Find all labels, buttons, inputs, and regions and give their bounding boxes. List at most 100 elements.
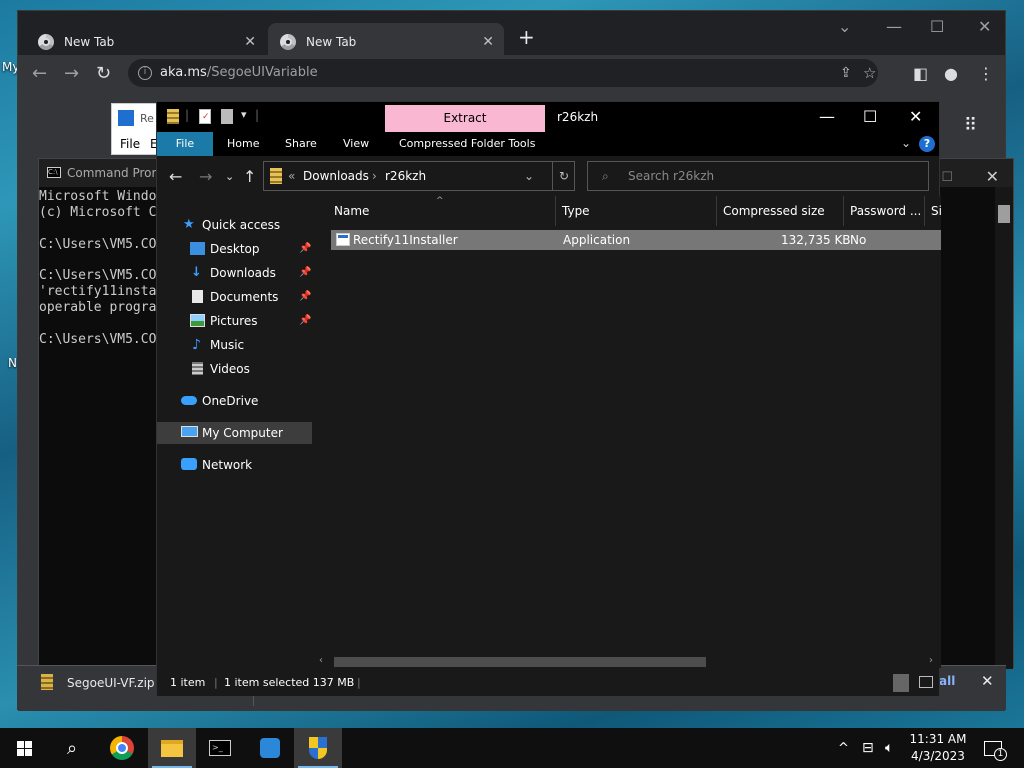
nav-documents[interactable]: Documents 📌 bbox=[157, 286, 312, 308]
taskbar-installer-app[interactable] bbox=[246, 728, 294, 768]
download-item-name[interactable]: SegoeUI-VF.zip bbox=[67, 676, 155, 690]
maximize-icon[interactable]: ☐ bbox=[941, 164, 953, 192]
apps-grid-icon[interactable]: ⠿ bbox=[964, 115, 977, 136]
qat-dropdown-icon[interactable]: ▾ bbox=[241, 108, 247, 121]
side-panel-icon[interactable]: ◧ bbox=[913, 64, 928, 83]
minimize-icon[interactable]: — bbox=[886, 17, 902, 36]
horizontal-scrollbar[interactable]: ‹ › bbox=[317, 655, 941, 668]
tab-compressed-folder-tools[interactable]: Compressed Folder Tools bbox=[389, 132, 545, 156]
nav-videos[interactable]: Videos bbox=[157, 358, 312, 380]
maximize-icon[interactable]: ☐ bbox=[930, 17, 944, 36]
qat-separator: | bbox=[185, 108, 190, 122]
tab-close-icon[interactable]: ✕ bbox=[244, 34, 256, 50]
nav-onedrive[interactable]: OneDrive bbox=[157, 390, 312, 412]
search-icon[interactable]: ⌕ bbox=[48, 728, 96, 768]
nav-desktop[interactable]: Desktop 📌 bbox=[157, 238, 312, 260]
column-header-name[interactable]: Name ^ bbox=[329, 196, 556, 226]
ribbon-tabs: File Home Share View Compressed Folder T… bbox=[157, 132, 939, 156]
nav-pictures[interactable]: Pictures 📌 bbox=[157, 310, 312, 332]
file-menu-fragment[interactable]: File bbox=[120, 137, 140, 151]
pin-icon[interactable]: 📌 bbox=[299, 238, 311, 260]
forward-arrow-icon[interactable]: → bbox=[64, 63, 79, 84]
properties-icon[interactable]: ✓ bbox=[199, 109, 211, 124]
minimize-icon[interactable]: — bbox=[819, 107, 835, 126]
nav-music[interactable]: ♪ Music bbox=[157, 334, 312, 356]
new-tab-button[interactable]: + bbox=[518, 25, 535, 49]
close-icon[interactable]: ✕ bbox=[909, 107, 922, 126]
nav-downloads[interactable]: ↓ Downloads 📌 bbox=[157, 262, 312, 284]
nav-label: Desktop bbox=[210, 242, 260, 256]
extract-contextual-tab[interactable]: Extract bbox=[385, 105, 545, 132]
explorer-titlebar[interactable]: | ✓ ▾ | Extract r26kzh — ☐ ✕ bbox=[157, 102, 939, 132]
breadcrumb-overflow[interactable]: « bbox=[288, 162, 295, 190]
ribbon-expand-chevron-icon[interactable]: ⌄ bbox=[901, 136, 911, 150]
scroll-left-icon[interactable]: ‹ bbox=[319, 655, 323, 666]
recent-locations-chevron-icon[interactable]: ⌄ bbox=[225, 170, 234, 183]
tab-close-icon[interactable]: ✕ bbox=[482, 34, 494, 50]
column-header-compressed-size[interactable]: Compressed size bbox=[718, 196, 844, 226]
tab-share[interactable]: Share bbox=[275, 132, 327, 156]
chrome-menu-icon[interactable]: ⋮ bbox=[978, 64, 994, 83]
new-folder-icon[interactable] bbox=[221, 109, 233, 124]
omnibox[interactable]: i aka.ms/SegoeUIVariable ⇪ ☆ bbox=[128, 59, 878, 87]
cmd-output-line: C:\Users\VM5.CO bbox=[39, 237, 157, 252]
column-header-type[interactable]: Type bbox=[557, 196, 717, 226]
share-icon[interactable]: ⇪ bbox=[840, 59, 852, 87]
tab-search-icon[interactable]: ⌄ bbox=[838, 17, 851, 36]
column-header-size[interactable]: Si bbox=[926, 196, 946, 226]
large-icons-view-icon[interactable] bbox=[919, 676, 933, 688]
desktop-icon-label-n[interactable]: N bbox=[8, 356, 17, 370]
nav-network[interactable]: Network bbox=[157, 454, 312, 476]
taskbar-command-prompt[interactable]: >_ bbox=[196, 728, 244, 768]
pin-icon[interactable]: 📌 bbox=[299, 310, 311, 332]
nav-my-computer[interactable]: My Computer bbox=[157, 422, 312, 444]
search-input[interactable]: ⌕ Search r26kzh bbox=[587, 161, 929, 191]
pin-icon[interactable]: 📌 bbox=[299, 262, 311, 284]
table-row[interactable]: Rectify11Installer Application 132,735 K… bbox=[331, 230, 941, 250]
breadcrumb-r26kzh[interactable]: r26kzh bbox=[385, 162, 426, 190]
taskbar-chrome[interactable] bbox=[98, 728, 146, 768]
site-info-icon[interactable]: i bbox=[138, 66, 152, 80]
refresh-icon[interactable]: ↻ bbox=[552, 162, 569, 190]
network-tray-icon[interactable]: ⊟ bbox=[862, 728, 874, 768]
cmd-scrollbar[interactable] bbox=[995, 187, 1013, 669]
up-arrow-icon[interactable]: ↑ bbox=[243, 167, 256, 186]
show-all-downloads-link[interactable]: all bbox=[939, 674, 955, 688]
close-icon[interactable]: ✕ bbox=[978, 17, 991, 36]
breadcrumb-downloads[interactable]: Downloads bbox=[303, 162, 369, 190]
forward-arrow-icon[interactable]: → bbox=[199, 167, 212, 186]
shield-icon bbox=[309, 737, 327, 759]
profile-icon[interactable]: ● bbox=[944, 64, 958, 83]
address-box[interactable]: « Downloads › r26kzh ⌄ ↻ bbox=[263, 161, 575, 191]
pin-icon[interactable]: 📌 bbox=[299, 286, 311, 308]
cloud-icon bbox=[181, 396, 197, 405]
back-arrow-icon[interactable]: ← bbox=[169, 167, 182, 186]
tab-file[interactable]: File bbox=[157, 132, 213, 156]
show-hidden-icons-chevron[interactable]: ^ bbox=[838, 728, 849, 768]
volume-icon[interactable]: 🔈︎ bbox=[885, 728, 893, 768]
taskbar-clock[interactable]: 11:31 AM 4/3/2023 bbox=[902, 731, 974, 765]
chrome-toolbar: ← → ↻ i aka.ms/SegoeUIVariable ⇪ ☆ ◧ ● ⋮ bbox=[18, 55, 1005, 93]
column-header-password[interactable]: Password ... bbox=[845, 196, 925, 226]
maximize-icon[interactable]: ☐ bbox=[863, 107, 877, 126]
close-download-bar-icon[interactable]: ✕ bbox=[981, 672, 994, 690]
start-button[interactable] bbox=[0, 728, 48, 768]
nav-quick-access[interactable]: ★ Quick access bbox=[157, 214, 312, 236]
notification-center-button[interactable]: 1 bbox=[984, 728, 1007, 768]
music-note-icon: ♪ bbox=[192, 337, 201, 353]
back-arrow-icon[interactable]: ← bbox=[32, 63, 47, 84]
taskbar-file-explorer[interactable] bbox=[148, 728, 196, 768]
reload-icon[interactable]: ↻ bbox=[96, 63, 111, 84]
tab-view[interactable]: View bbox=[333, 132, 379, 156]
bookmark-star-icon[interactable]: ☆ bbox=[863, 59, 876, 87]
scrollbar-thumb[interactable] bbox=[334, 657, 706, 667]
help-icon[interactable]: ? bbox=[919, 136, 935, 152]
details-view-icon[interactable] bbox=[893, 674, 909, 692]
scrollbar-thumb[interactable] bbox=[998, 205, 1010, 223]
scroll-right-icon[interactable]: › bbox=[929, 655, 933, 666]
application-icon bbox=[336, 233, 350, 246]
tab-home[interactable]: Home bbox=[217, 132, 269, 156]
taskbar-uac-shield[interactable] bbox=[294, 728, 342, 768]
address-dropdown-icon[interactable]: ⌄ bbox=[524, 162, 534, 190]
terminal-icon: >_ bbox=[209, 740, 231, 756]
